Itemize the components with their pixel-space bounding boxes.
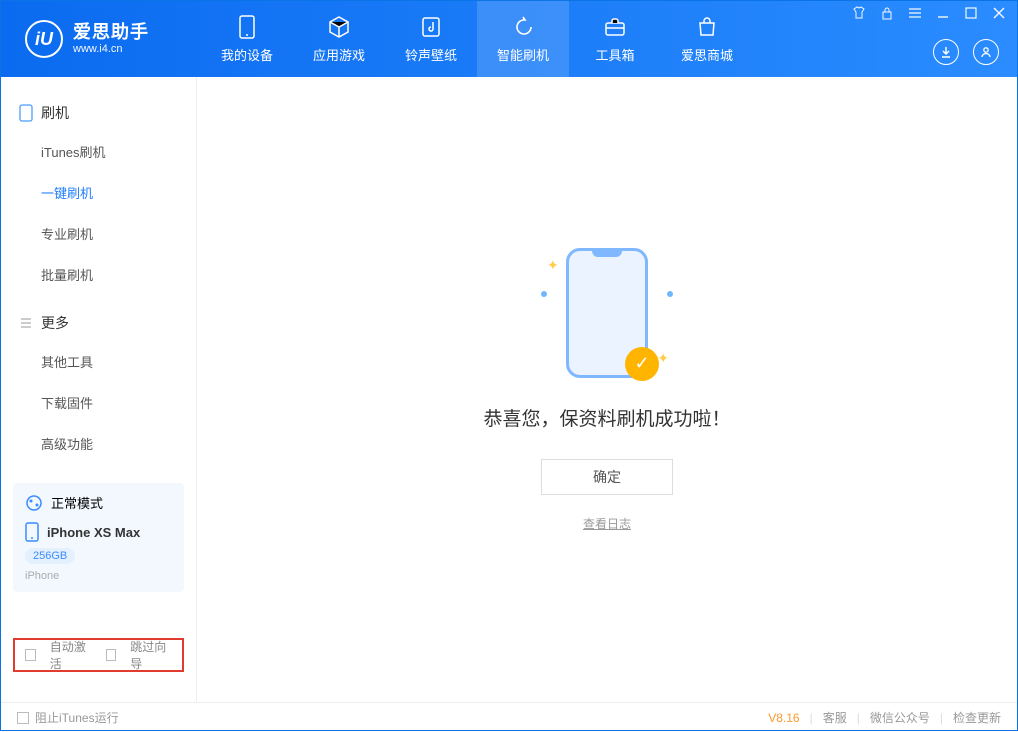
status-link-support[interactable]: 客服 — [823, 709, 847, 726]
version-label: V8.16 — [768, 711, 799, 725]
sidebar-item-oneclick-flash[interactable]: 一键刷机 — [41, 172, 196, 213]
dot-icon — [541, 291, 547, 297]
sidebar-item-itunes-flash[interactable]: iTunes刷机 — [41, 131, 196, 172]
tab-my-device[interactable]: 我的设备 — [201, 1, 293, 77]
device-phone-icon — [25, 522, 39, 542]
tab-label: 工具箱 — [595, 45, 634, 64]
bag-icon — [695, 15, 719, 39]
tab-label: 应用游戏 — [313, 45, 365, 64]
tab-smart-flash[interactable]: 智能刷机 — [477, 1, 569, 77]
sidebar-group-label: 刷机 — [41, 103, 69, 123]
main-tabs: 我的设备 应用游戏 铃声壁纸 智能刷机 工具箱 爱思商城 — [201, 1, 753, 77]
tab-ringtones-wallpapers[interactable]: 铃声壁纸 — [385, 1, 477, 77]
stop-itunes-label: 阻止iTunes运行 — [35, 709, 119, 726]
refresh-icon — [511, 15, 535, 39]
sidebar-item-other-tools[interactable]: 其他工具 — [41, 341, 196, 382]
tab-toolbox[interactable]: 工具箱 — [569, 1, 661, 77]
skip-guide-label: 跳过向导 — [130, 638, 172, 672]
sparkle-icon: ✦ — [547, 257, 559, 274]
music-icon — [419, 15, 443, 39]
tab-label: 铃声壁纸 — [405, 45, 457, 64]
auto-activate-label: 自动激活 — [50, 638, 92, 672]
download-button[interactable] — [933, 39, 959, 65]
dot-icon — [667, 291, 673, 297]
status-link-wechat[interactable]: 微信公众号 — [870, 709, 930, 726]
status-link-update[interactable]: 检查更新 — [953, 709, 1001, 726]
header-right-actions — [933, 39, 999, 65]
window-controls — [851, 5, 1007, 21]
device-type: iPhone — [25, 570, 59, 582]
maximize-icon[interactable] — [963, 5, 979, 21]
menu-icon[interactable] — [907, 5, 923, 21]
checkmark-badge-icon: ✓ — [625, 347, 659, 381]
tab-label: 我的设备 — [221, 45, 273, 64]
device-card[interactable]: iPhone XS Max 256GB iPhone — [13, 512, 184, 592]
main-content: ✦ ✦ ✓ 恭喜您，保资料刷机成功啦！ 确定 查看日志 — [197, 77, 1017, 702]
sidebar-item-pro-flash[interactable]: 专业刷机 — [41, 213, 196, 254]
list-icon — [19, 316, 33, 330]
ok-button[interactable]: 确定 — [541, 459, 673, 495]
device-storage-badge: 256GB — [25, 548, 75, 564]
auto-activate-checkbox[interactable] — [25, 649, 36, 661]
tab-apps-games[interactable]: 应用游戏 — [293, 1, 385, 77]
lock-icon[interactable] — [879, 5, 895, 21]
sidebar-group-label: 更多 — [41, 313, 69, 333]
app-logo: iU 爱思助手 www.i4.cn — [1, 1, 201, 77]
sidebar-item-advanced[interactable]: 高级功能 — [41, 423, 196, 464]
tab-label: 智能刷机 — [497, 45, 549, 64]
device-name: iPhone XS Max — [47, 525, 140, 540]
mode-icon — [25, 494, 43, 512]
app-header: iU 爱思助手 www.i4.cn 我的设备 应用游戏 铃声壁纸 智能刷机 工具… — [1, 1, 1017, 77]
stop-itunes-checkbox[interactable] — [17, 712, 29, 724]
app-name-cn: 爱思助手 — [73, 23, 149, 43]
sidebar-group-more: 更多 — [1, 305, 196, 341]
cube-icon — [327, 15, 351, 39]
sidebar: 刷机 iTunes刷机 一键刷机 专业刷机 批量刷机 更多 其他工具 下载固件 … — [1, 77, 197, 702]
bottom-options-highlighted: 自动激活 跳过向导 — [13, 638, 184, 672]
success-message: 恭喜您，保资料刷机成功啦！ — [483, 404, 730, 431]
mode-label: 正常模式 — [51, 493, 103, 512]
sparkle-icon: ✦ — [657, 350, 669, 367]
close-icon[interactable] — [991, 5, 1007, 21]
status-bar: 阻止iTunes运行 V8.16 | 客服 | 微信公众号 | 检查更新 — [1, 702, 1017, 732]
app-name-en: www.i4.cn — [73, 43, 149, 55]
view-log-link[interactable]: 查看日志 — [583, 515, 631, 532]
device-icon — [235, 15, 259, 39]
sidebar-item-download-firmware[interactable]: 下载固件 — [41, 382, 196, 423]
tab-label: 爱思商城 — [681, 45, 733, 64]
tab-store[interactable]: 爱思商城 — [661, 1, 753, 77]
user-button[interactable] — [973, 39, 999, 65]
skip-guide-checkbox[interactable] — [106, 649, 117, 661]
logo-icon: iU — [25, 20, 63, 58]
phone-outline-icon — [19, 104, 33, 122]
sidebar-group-flash: 刷机 — [1, 95, 196, 131]
sidebar-item-batch-flash[interactable]: 批量刷机 — [41, 254, 196, 295]
success-illustration: ✦ ✦ ✓ — [566, 248, 648, 378]
app-body: 刷机 iTunes刷机 一键刷机 专业刷机 批量刷机 更多 其他工具 下载固件 … — [1, 77, 1017, 702]
toolbox-icon — [603, 15, 627, 39]
shirt-icon[interactable] — [851, 5, 867, 21]
minimize-icon[interactable] — [935, 5, 951, 21]
